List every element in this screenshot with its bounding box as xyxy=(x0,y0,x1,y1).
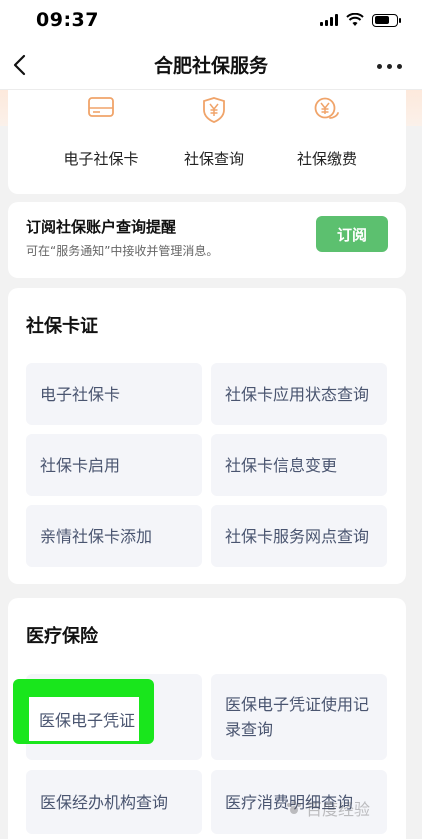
service-agency-query[interactable]: 医保经办机构查询 xyxy=(26,770,202,834)
paw-icon xyxy=(287,801,301,814)
subscribe-description: 可在“服务通知”中接收并管理消息。 xyxy=(26,244,219,258)
more-icon[interactable] xyxy=(377,64,402,69)
status-bar: 09:37 xyxy=(0,0,422,40)
quick-actions-card: 电子社保卡 社保查询 社保缴费 xyxy=(8,90,406,194)
service-label: 社保卡应用状态查询 xyxy=(225,384,370,404)
service-card-outlet-query[interactable]: 社保卡服务网点查询 xyxy=(211,505,387,567)
card-services-section: 社保卡证 电子社保卡 社保卡应用状态查询 社保卡启用 社保卡信息变更 亲情社保卡… xyxy=(8,288,406,584)
quick-action-label: 社保缴费 xyxy=(296,150,357,168)
quick-action-e-card[interactable]: 电子社保卡 xyxy=(41,90,161,169)
signal-icon xyxy=(320,14,338,26)
service-label: 医保经办机构查询 xyxy=(40,792,169,812)
service-voucher-usage-query[interactable]: 医保电子凭证使用记 录查询 xyxy=(211,674,387,760)
service-e-card[interactable]: 电子社保卡 xyxy=(26,363,202,425)
battery-icon xyxy=(372,13,401,27)
wifi-icon xyxy=(346,13,364,26)
service-label: 亲情社保卡添加 xyxy=(40,526,153,546)
service-label: 社保卡服务网点查询 xyxy=(225,526,370,546)
highlighted-service-label[interactable]: 医保电子凭证 xyxy=(29,697,139,741)
service-label: 社保卡启用 xyxy=(40,455,121,475)
service-card-activate[interactable]: 社保卡启用 xyxy=(26,434,202,496)
watermark: 百度经验 xyxy=(286,796,370,820)
service-family-card-add[interactable]: 亲情社保卡添加 xyxy=(26,505,202,567)
service-label-line: 录查询 xyxy=(225,720,274,739)
shield-yuan-icon xyxy=(203,97,225,123)
quick-action-label: 电子社保卡 xyxy=(63,150,139,168)
page-title: 合肥社保服务 xyxy=(153,55,268,77)
subscribe-title: 订阅社保账户查询提醒 xyxy=(26,218,177,236)
card-icon xyxy=(88,97,114,117)
nav-bar: 合肥社保服务 xyxy=(0,40,422,90)
status-time: 09:37 xyxy=(36,9,99,31)
quick-action-pay[interactable]: 社保缴费 xyxy=(267,90,387,169)
service-label: 社保卡信息变更 xyxy=(225,455,338,475)
service-label: 医保电子凭证使用记 录查询 xyxy=(225,692,369,742)
subscribe-button[interactable]: 订阅 xyxy=(316,216,388,252)
watermark-text: 百度经验 xyxy=(306,800,371,819)
service-card-status-query[interactable]: 社保卡应用状态查询 xyxy=(211,363,387,425)
service-label-line: 医保电子凭证使用记 xyxy=(225,695,370,714)
yuan-pay-icon xyxy=(314,97,339,119)
service-card-info-change[interactable]: 社保卡信息变更 xyxy=(211,434,387,496)
status-icons xyxy=(320,13,401,27)
service-label: 电子社保卡 xyxy=(40,384,121,404)
section-title: 社保卡证 xyxy=(26,316,98,337)
back-icon[interactable] xyxy=(8,52,34,78)
quick-action-label: 社保查询 xyxy=(183,150,244,168)
quick-action-query[interactable]: 社保查询 xyxy=(154,90,274,169)
section-title: 医疗保险 xyxy=(26,626,98,647)
subscribe-card: 订阅社保账户查询提醒 可在“服务通知”中接收并管理消息。 订阅 xyxy=(8,202,406,278)
